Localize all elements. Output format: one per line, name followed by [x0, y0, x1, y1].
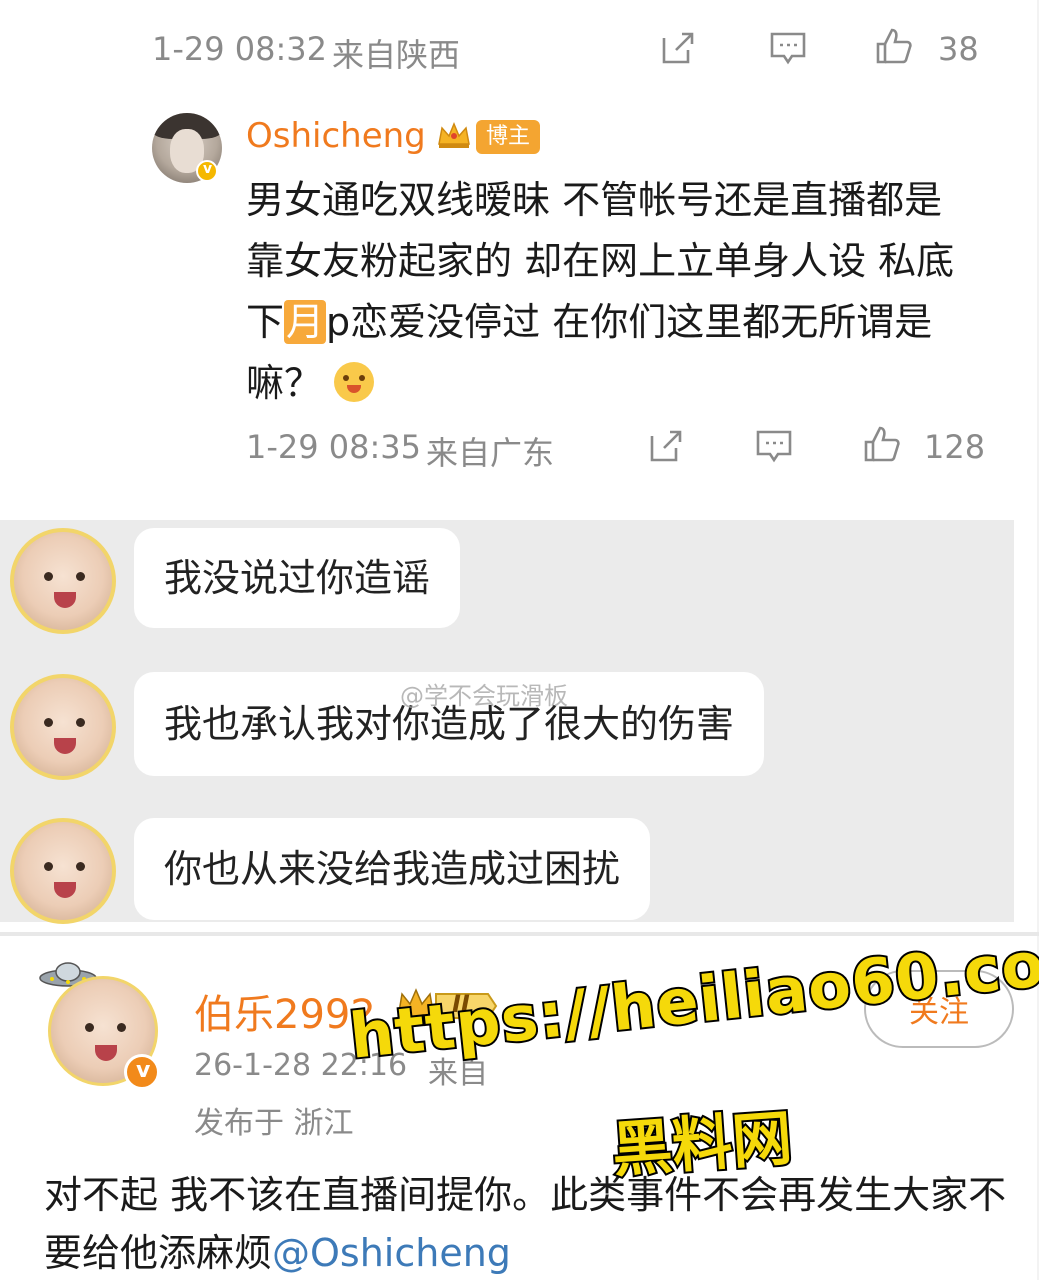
avatar	[10, 528, 116, 634]
post-text: 对不起 我不该在直播间提你。此类事件不会再发生大家不要给他添麻烦@Oshiche…	[44, 1173, 1007, 1275]
comment-location: 来自陕西	[332, 36, 461, 74]
like-count: 38	[938, 30, 979, 68]
like-icon[interactable]	[874, 26, 914, 66]
reply-location: 来自广东	[426, 434, 555, 472]
verified-badge-icon	[124, 1054, 160, 1090]
comment-timestamp: 1-29 08:32	[152, 30, 328, 68]
crown-icon	[436, 120, 472, 150]
share-icon[interactable]	[658, 28, 698, 68]
reply-username[interactable]: Oshicheng	[246, 116, 426, 156]
comment-icon[interactable]	[754, 426, 794, 466]
divider	[0, 932, 1039, 936]
post-location: 发布于 浙江	[194, 1106, 354, 1141]
smile-emoji-icon	[334, 362, 375, 402]
reply-text: 男女通吃双线暧昧 不管帐号还是直播都是靠女友粉起家的 却在网上立单身人设 私底下…	[246, 178, 955, 405]
reply-timestamp: 1-29 08:35	[246, 428, 422, 466]
like-count: 128	[924, 428, 986, 466]
like-icon[interactable]	[862, 424, 902, 464]
promo-name-overlay: 黑料网	[608, 1102, 796, 1188]
avatar	[10, 674, 116, 780]
blogger-tag: 博主	[476, 120, 541, 154]
share-icon[interactable]	[646, 426, 686, 466]
avatar	[10, 818, 116, 924]
mention-link[interactable]: @Oshicheng	[272, 1231, 511, 1275]
verified-badge-icon	[196, 160, 218, 182]
chat-message: 你也从来没给我造成过困扰	[134, 818, 651, 920]
comment-icon[interactable]	[768, 28, 808, 68]
watermark: @学不会玩滑板	[400, 682, 568, 710]
highlighted-char: 月	[284, 300, 327, 344]
promo-url-overlay: https://heiliao60.com	[344, 918, 1039, 1074]
chat-message: 我没说过你造谣	[134, 528, 461, 628]
